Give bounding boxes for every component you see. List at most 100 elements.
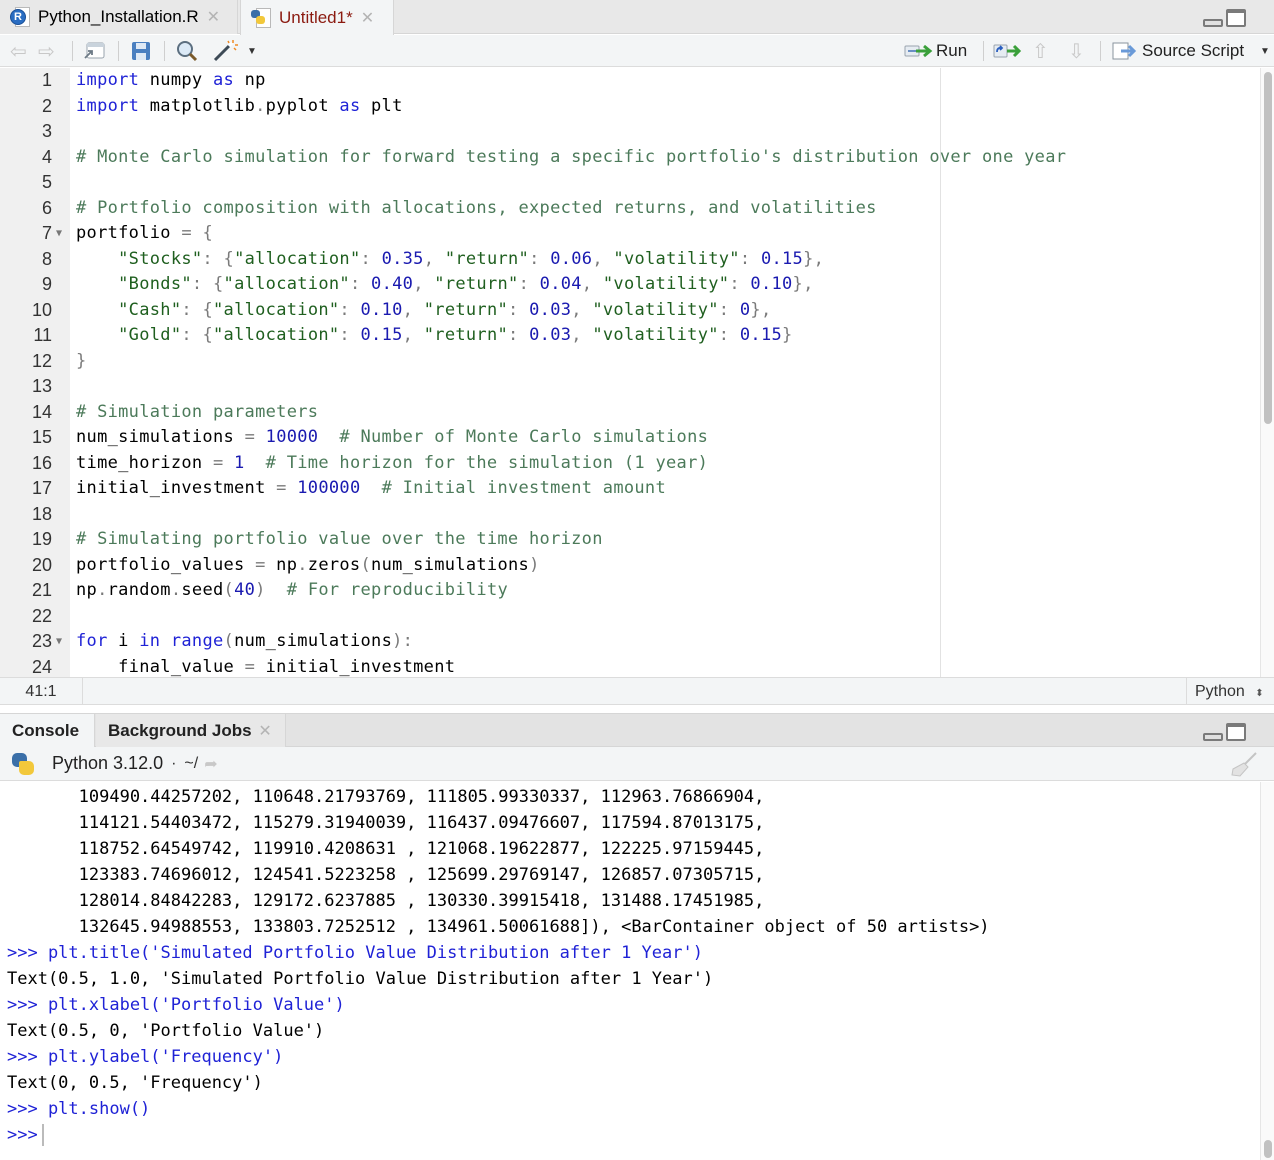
code-line[interactable]: 13 xyxy=(0,374,1260,400)
line-number: 8 xyxy=(41,248,52,269)
forward-arrow-icon[interactable]: ⇨ xyxy=(38,35,55,67)
console-input-line: >>> plt.title('Simulated Portfolio Value… xyxy=(7,943,703,963)
python-file-icon xyxy=(251,7,273,29)
code-line[interactable]: 16 time_horizon = 1 # Time horizon for th… xyxy=(0,451,1260,477)
go-to-previous-section-icon[interactable]: ⇧ xyxy=(1032,35,1049,67)
code-line[interactable]: 8 "Stocks": {"allocation": 0.35, "return… xyxy=(0,247,1260,273)
show-in-window-icon[interactable] xyxy=(82,35,106,67)
tab-label: Background Jobs xyxy=(108,721,252,740)
working-directory[interactable]: ~/ xyxy=(184,755,198,773)
console-output[interactable]: 109490.44257202, 110648.21793769, 111805… xyxy=(0,782,1274,1160)
text-cursor xyxy=(41,1124,44,1146)
interpreter-version: Python 3.12.0 xyxy=(52,753,164,773)
tab-console[interactable]: Console xyxy=(0,714,95,748)
line-number: 11 xyxy=(33,325,52,345)
line-number: 17 xyxy=(31,478,52,498)
minimize-pane-icon[interactable] xyxy=(1203,733,1223,741)
console-output-line: 109490.44257202, 110648.21793769, 111805… xyxy=(7,787,765,807)
go-to-next-section-icon[interactable]: ⇩ xyxy=(1068,35,1085,67)
code-line[interactable]: 24 final_value = initial_investment xyxy=(0,655,1260,678)
console-prompt[interactable]: >>> xyxy=(7,1122,44,1148)
language-selector[interactable]: Python ⬍ xyxy=(1186,678,1274,705)
clear-console-broom-icon[interactable] xyxy=(1230,751,1258,777)
back-arrow-icon[interactable]: ⇦ xyxy=(10,35,27,67)
fold-toggle-icon[interactable]: ▼ xyxy=(56,221,62,247)
pane-controls xyxy=(1203,9,1246,27)
code-text: initial_investment = 100000 # Initial in… xyxy=(76,478,667,498)
line-number: 24 xyxy=(31,656,52,677)
code-line[interactable]: 19 # Simulating portfolio value over the … xyxy=(0,527,1260,553)
editor-scrollbar-thumb[interactable] xyxy=(1264,72,1272,424)
line-number: 18 xyxy=(31,503,52,524)
code-text: portfolio_values = np.zeros(num_simulati… xyxy=(76,554,540,575)
code-text: np.random.seed(40) # For reproducibility xyxy=(76,580,509,600)
code-text: import numpy as np xyxy=(76,70,266,90)
close-icon[interactable]: ✕ xyxy=(361,8,374,28)
code-line[interactable]: 5 xyxy=(0,170,1260,196)
line-number: 5 xyxy=(41,172,52,192)
tab-label: Untitled1* xyxy=(279,7,353,27)
code-line[interactable]: 14 # Simulation parameters xyxy=(0,400,1260,426)
code-line[interactable]: 18 xyxy=(0,502,1260,528)
code-line[interactable]: 2 import matplotlib.pyplot as plt xyxy=(0,94,1260,120)
rerun-icon[interactable] xyxy=(993,35,1023,67)
close-icon[interactable]: ✕ xyxy=(258,723,271,740)
code-line[interactable]: 20 portfolio_values = np.zeros(num_simula… xyxy=(0,553,1260,579)
source-options-dropdown-icon[interactable]: ▼ xyxy=(1260,35,1270,67)
source-script-button[interactable]: Source Script xyxy=(1112,35,1244,67)
separator: · xyxy=(171,754,177,772)
tab-background-jobs[interactable]: Background Jobs ✕ xyxy=(96,714,286,748)
go-to-directory-icon[interactable]: ➦ xyxy=(204,754,217,774)
code-text: portfolio = { xyxy=(76,223,213,243)
code-line[interactable]: 17 initial_investment = 100000 # Initial … xyxy=(0,476,1260,502)
code-line[interactable]: 10 "Cash": {"allocation": 0.10, "return"… xyxy=(0,298,1260,324)
tab-untitled1[interactable]: Untitled1* ✕ xyxy=(240,0,394,35)
prompt-symbol: >>> xyxy=(7,1125,38,1145)
code-line[interactable]: 3 xyxy=(0,119,1260,145)
console-output-line: Text(0.5, 0, 'Portfolio Value') xyxy=(7,1021,325,1041)
code-line[interactable]: 21 np.random.seed(40) # For reproducibili… xyxy=(0,578,1260,604)
code-text: # Simulating portfolio value over the ti… xyxy=(76,529,603,549)
code-line[interactable]: 22 xyxy=(0,604,1260,630)
code-line[interactable]: 1 import numpy as np xyxy=(0,68,1260,94)
fold-toggle-icon[interactable]: ▼ xyxy=(56,629,62,655)
code-editor[interactable]: 1 import numpy as np 2 import matplotlib.py… xyxy=(0,68,1274,677)
code-line[interactable]: 12} xyxy=(0,349,1260,375)
code-text: } xyxy=(76,350,87,371)
editor-scrollbar[interactable] xyxy=(1260,68,1274,677)
maximize-pane-icon[interactable] xyxy=(1226,9,1246,27)
console-input-line: >>> plt.show() xyxy=(7,1099,151,1119)
source-tab-bar: R Python_Installation.R ✕ Untitled1* ✕ xyxy=(0,0,1274,35)
code-text: "Gold": {"allocation": 0.15, "return": 0… xyxy=(118,325,793,345)
magic-wand-icon[interactable] xyxy=(212,35,238,67)
run-button[interactable]: Run xyxy=(904,35,967,67)
code-line[interactable]: 7 ▼ portfolio = { xyxy=(0,221,1260,247)
close-icon[interactable]: ✕ xyxy=(207,7,220,27)
save-icon[interactable] xyxy=(130,35,152,67)
console-output-line: 114121.54403472, 115279.31940039, 116437… xyxy=(7,813,765,833)
minimize-pane-icon[interactable] xyxy=(1203,19,1223,27)
console-scrollbar-thumb[interactable] xyxy=(1264,1140,1272,1158)
code-line[interactable]: 4 # Monte Carlo simulation for forward te… xyxy=(0,145,1260,171)
line-number: 6 xyxy=(41,197,52,218)
code-text: time_horizon = 1 # Time horizon for the … xyxy=(76,452,709,473)
code-tools-dropdown-icon[interactable]: ▼ xyxy=(247,35,257,67)
code-text: # Portfolio composition with allocations… xyxy=(76,197,877,218)
code-text: import matplotlib.pyplot as plt xyxy=(76,95,403,116)
code-line[interactable]: 23 ▼ for i in range(num_simulations): xyxy=(0,629,1260,655)
line-number: 20 xyxy=(31,554,52,575)
code-line[interactable]: 11 "Gold": {"allocation": 0.15, "return"… xyxy=(0,323,1260,349)
console-output-line: Text(0.5, 1.0, 'Simulated Portfolio Valu… xyxy=(7,969,714,989)
code-line[interactable]: 9 "Bonds": {"allocation": 0.40, "return"… xyxy=(0,272,1260,298)
console-scrollbar[interactable] xyxy=(1260,782,1274,1160)
line-number: 13 xyxy=(31,376,52,396)
code-text: for i in range(num_simulations): xyxy=(76,631,414,651)
line-number: 1 xyxy=(41,70,52,90)
maximize-pane-icon[interactable] xyxy=(1226,723,1246,741)
code-line[interactable]: 15 num_simulations = 10000 # Number of Mo… xyxy=(0,425,1260,451)
tab-python-installation-r[interactable]: R Python_Installation.R ✕ xyxy=(0,0,238,34)
search-icon[interactable] xyxy=(175,35,199,67)
python-logo-icon xyxy=(10,751,36,777)
code-line[interactable]: 6 # Portfolio composition with allocation… xyxy=(0,196,1260,222)
line-number: 21 xyxy=(31,580,52,600)
